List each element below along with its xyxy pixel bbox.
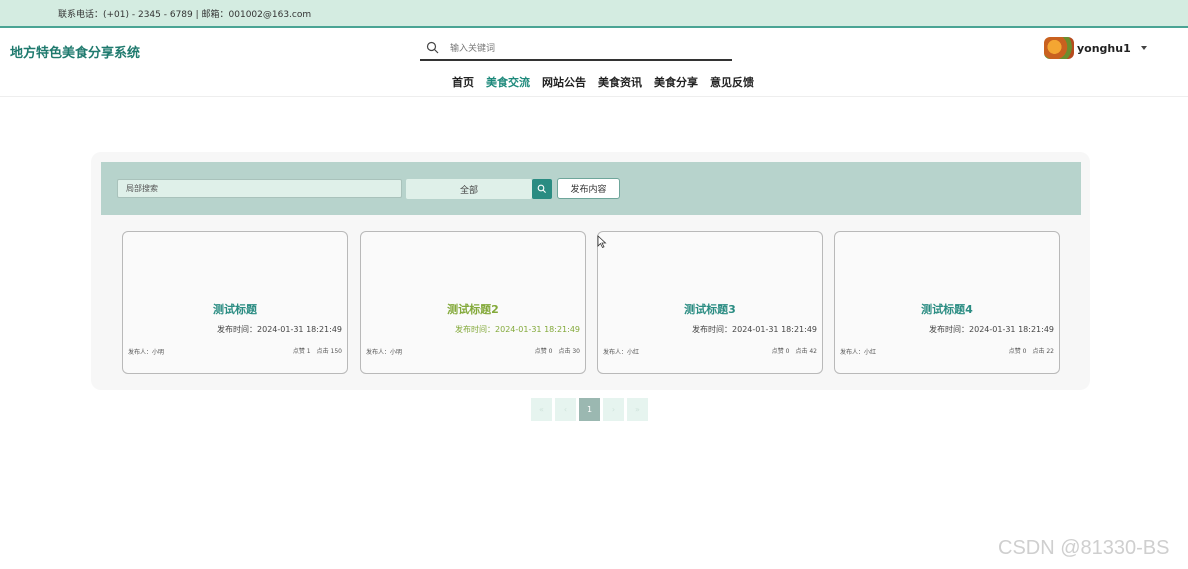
card-time: 发布时间：2024-01-31 18:21:49 xyxy=(929,325,1054,334)
last-page-button[interactable]: » xyxy=(627,398,648,421)
nav-item-food-share[interactable]: 美食分享 xyxy=(648,74,704,90)
search-input[interactable] xyxy=(448,40,718,58)
card-title[interactable]: 测试标题2 xyxy=(361,301,585,317)
category-select[interactable]: 全部 xyxy=(406,179,532,199)
nav-item-food-exchange[interactable]: 美食交流 xyxy=(480,74,536,90)
search-button[interactable] xyxy=(532,179,552,199)
site-title[interactable]: 地方特色美食分享系统 xyxy=(10,42,140,61)
main-nav: 首页 美食交流 网站公告 美食资讯 美食分享 意见反馈 xyxy=(446,74,760,90)
card-title[interactable]: 测试标题3 xyxy=(598,301,822,317)
mouse-cursor-icon xyxy=(597,235,607,249)
card-clicks: 点击 42 xyxy=(795,348,817,355)
prev-page-button[interactable]: ‹ xyxy=(555,398,576,421)
card-likes: 点赞 0 xyxy=(534,348,553,355)
contact-bar: 联系电话：(+01) - 2345 - 6789 | 邮箱：001002@163… xyxy=(0,0,1188,28)
watermark: CSDN @81330-BS xyxy=(998,537,1170,559)
next-page-button[interactable]: › xyxy=(603,398,624,421)
card-likes: 点赞 1 xyxy=(292,348,311,355)
card-likes: 点赞 0 xyxy=(1008,348,1027,355)
card-title[interactable]: 测试标题 xyxy=(123,301,347,317)
post-card[interactable]: 测试标题 发布时间：2024-01-31 18:21:49 发布人：小明 点赞 … xyxy=(122,231,348,374)
header-search xyxy=(420,38,732,61)
nav-item-food-news[interactable]: 美食资讯 xyxy=(592,74,648,90)
card-author: 发布人：小红 xyxy=(603,349,640,356)
user-menu[interactable]: yonghu1 xyxy=(1044,37,1147,59)
card-clicks: 点击 22 xyxy=(1032,348,1054,355)
search-icon[interactable] xyxy=(426,41,440,55)
post-card[interactable]: 测试标题2 发布时间：2024-01-31 18:21:49 发布人：小明 点赞… xyxy=(360,231,586,374)
contact-info: 联系电话：(+01) - 2345 - 6789 | 邮箱：001002@163… xyxy=(58,10,312,20)
card-clicks: 点击 30 xyxy=(558,348,580,355)
card-time: 发布时间：2024-01-31 18:21:49 xyxy=(217,325,342,334)
page-number-button[interactable]: 1 xyxy=(579,398,600,421)
card-stats: 点赞 1 点击 150 xyxy=(293,346,342,355)
card-time: 发布时间：2024-01-31 18:21:49 xyxy=(692,325,817,334)
card-stats: 点赞 0 点击 42 xyxy=(772,346,817,355)
pagination: « ‹ 1 › » xyxy=(531,398,648,421)
publish-button[interactable]: 发布内容 xyxy=(557,178,620,199)
card-author: 发布人：小明 xyxy=(366,349,403,356)
card-author: 发布人：小明 xyxy=(128,349,165,356)
card-likes: 点赞 0 xyxy=(771,348,790,355)
card-time: 发布时间：2024-01-31 18:21:49 xyxy=(455,325,580,334)
nav-item-home[interactable]: 首页 xyxy=(446,74,480,90)
local-search-input[interactable] xyxy=(117,179,402,198)
card-clicks: 点击 150 xyxy=(316,348,342,355)
card-author: 发布人：小红 xyxy=(840,349,877,356)
user-name[interactable]: yonghu1 xyxy=(1077,42,1131,55)
card-stats: 点赞 0 点击 30 xyxy=(535,346,580,355)
card-stats: 点赞 0 点击 22 xyxy=(1009,346,1054,355)
first-page-button[interactable]: « xyxy=(531,398,552,421)
nav-item-announcements[interactable]: 网站公告 xyxy=(536,74,592,90)
header-divider xyxy=(0,96,1188,97)
post-card[interactable]: 测试标题3 发布时间：2024-01-31 18:21:49 发布人：小红 点赞… xyxy=(597,231,823,374)
search-icon xyxy=(537,184,546,193)
card-title[interactable]: 测试标题4 xyxy=(835,301,1059,317)
chevron-down-icon[interactable] xyxy=(1140,46,1147,50)
post-card[interactable]: 测试标题4 发布时间：2024-01-31 18:21:49 发布人：小红 点赞… xyxy=(834,231,1060,374)
nav-item-feedback[interactable]: 意见反馈 xyxy=(704,74,760,90)
avatar[interactable] xyxy=(1044,37,1074,59)
